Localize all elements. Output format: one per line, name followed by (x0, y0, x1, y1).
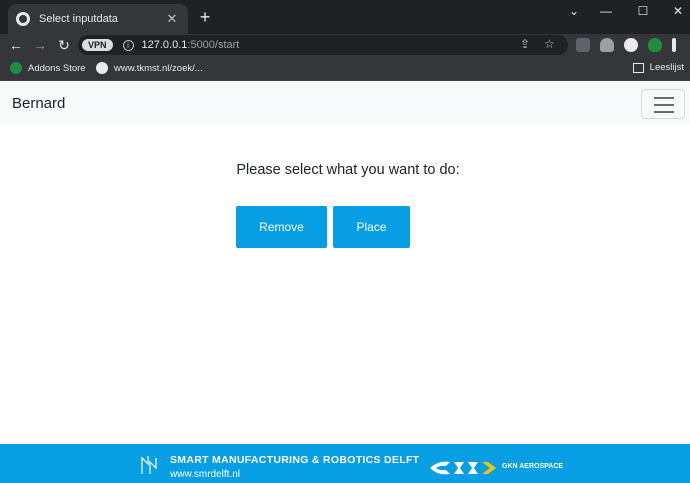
close-icon[interactable]: ✕ (164, 11, 180, 27)
new-tab-button[interactable]: + (196, 8, 214, 26)
remove-button[interactable]: Remove (236, 206, 327, 248)
reading-list-button[interactable]: Leeslijst (632, 62, 684, 73)
page-heading: Please select what you want to do: (236, 162, 460, 178)
place-button[interactable]: Place (333, 206, 410, 248)
url-path: :5000/start (187, 39, 240, 51)
globe-icon (16, 12, 30, 26)
profile-icon[interactable] (624, 38, 638, 52)
bookmarks-bar: Addons Store www.tkmst.nl/zoek/... Leesl… (0, 56, 690, 81)
reading-list-label: Leeslijst (649, 62, 684, 73)
bookmark-label: www.tkmst.nl/zoek/... (114, 62, 203, 74)
bookmark-addons-store[interactable]: Addons Store (10, 62, 86, 74)
star-icon[interactable]: ☆ (544, 37, 555, 51)
url-host: 127.0.0.1 (141, 39, 188, 51)
hamburger-icon (654, 104, 674, 106)
bookmark-label: Addons Store (28, 62, 86, 74)
vpn-badge[interactable]: VPN (82, 39, 113, 51)
globe-icon (96, 62, 108, 74)
address-bar[interactable]: VPN i 127.0.0.1 :5000/start ⇪ ☆ (78, 35, 568, 55)
partner-name: GKN AEROSPACE (502, 463, 564, 470)
browser-tab[interactable]: Select inputdata ✕ (8, 4, 188, 34)
back-button[interactable]: ← (8, 36, 24, 54)
reload-button[interactable]: ↻ (56, 36, 72, 54)
browser-toolbar: ← → ↻ VPN i 127.0.0.1 :5000/start ⇪ ☆ (0, 34, 690, 56)
smr-logo-icon (141, 456, 157, 474)
forward-button[interactable]: → (32, 36, 48, 54)
maximize-icon[interactable]: ☐ (635, 4, 651, 18)
tab-search-icon[interactable]: ⌄ (566, 4, 582, 18)
puzzle-icon[interactable] (600, 38, 614, 52)
minimize-icon[interactable]: — (598, 4, 614, 18)
navbar-toggler-button[interactable] (641, 89, 685, 119)
menu-dots-icon[interactable] (672, 38, 676, 52)
gkn-logo-icon (430, 461, 496, 475)
bookmark-tkmst[interactable]: www.tkmst.nl/zoek/... (96, 62, 203, 74)
share-icon[interactable]: ⇪ (520, 37, 530, 51)
window-close-icon[interactable]: ✕ (670, 4, 686, 18)
info-icon[interactable]: i (122, 39, 134, 51)
hamburger-icon (654, 111, 674, 113)
app-navbar: Bernard (0, 82, 690, 125)
footer-title: SMART MANUFACTURING & ROBOTICS DELFT (170, 454, 420, 466)
page-footer: SMART MANUFACTURING & ROBOTICS DELFT www… (0, 444, 690, 483)
addons-store-icon (10, 62, 22, 74)
reading-list-icon (632, 62, 644, 73)
hamburger-icon (654, 97, 674, 99)
extension-icon[interactable] (576, 38, 590, 52)
shield-icon[interactable] (648, 38, 662, 52)
footer-url[interactable]: www.smrdelft.nl (170, 469, 240, 480)
browser-tab-bar: Select inputdata ✕ + ⌄ — ☐ ✕ (0, 0, 690, 34)
navbar-brand[interactable]: Bernard (12, 95, 65, 112)
tab-title: Select inputdata (39, 13, 118, 25)
